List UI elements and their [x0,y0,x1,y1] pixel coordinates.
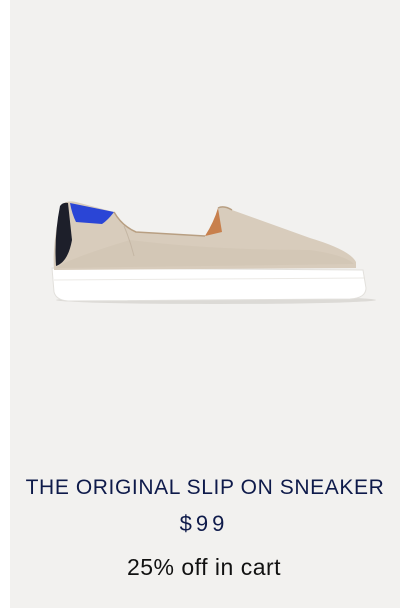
slip-on-sneaker-icon [51,201,376,304]
product-image[interactable] [10,0,400,455]
promo-text: 25% off in cart [126,554,282,580]
product-title[interactable]: THE ORIGINAL SLIP ON SNEAKER [10,476,400,500]
product-card[interactable]: THE ORIGINAL SLIP ON SNEAKER $99 25% off… [10,0,400,608]
product-price: $99 [179,511,229,536]
